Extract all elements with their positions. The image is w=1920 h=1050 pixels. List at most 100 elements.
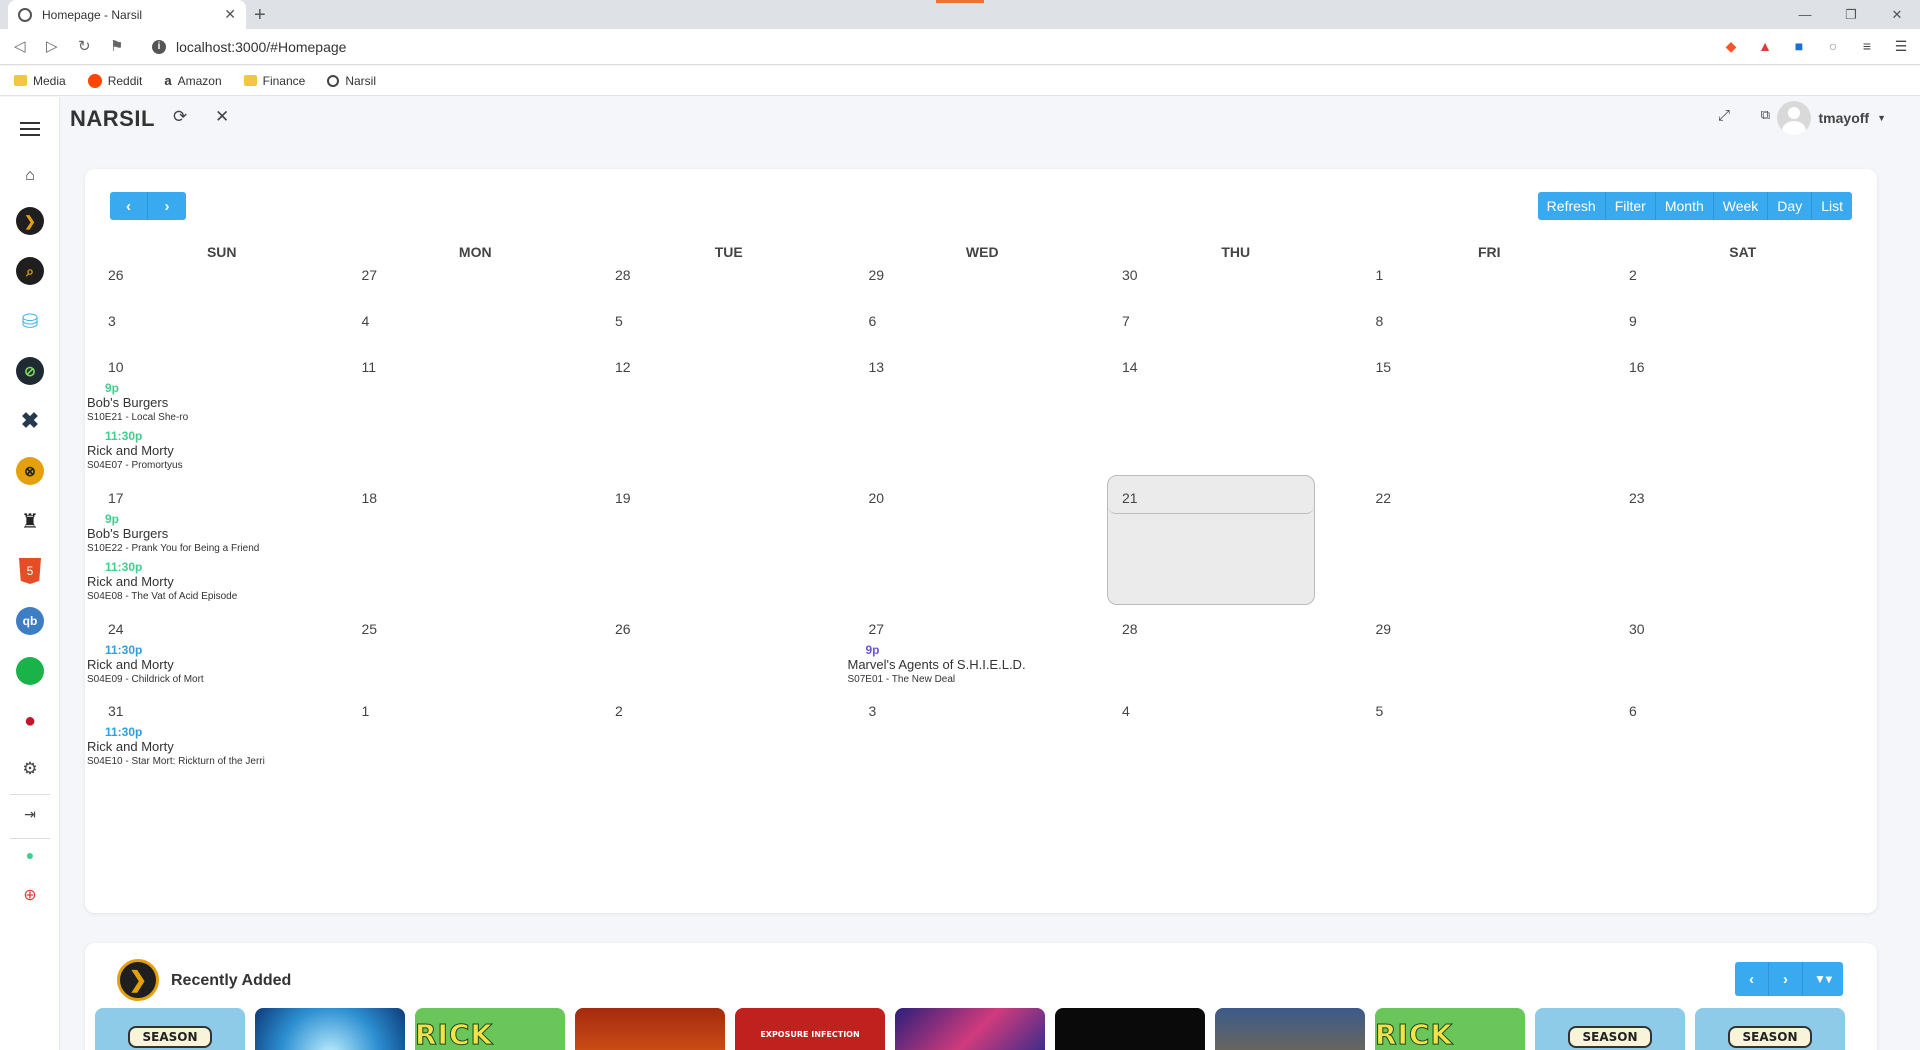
calendar-event[interactable]: 11:30p Rick and Morty S04E09 - Childrick o…	[87, 643, 341, 687]
browser-tab[interactable]: Homepage - Narsil ✕	[8, 0, 246, 29]
prev-month-button[interactable]: ‹	[110, 192, 148, 220]
filter-dropdown-button[interactable]: ▼▾	[1803, 962, 1843, 996]
media-poster[interactable]	[1215, 1008, 1365, 1050]
week-view-button[interactable]: Week	[1713, 192, 1769, 220]
app: ⌂ ❯ ⌕ ⛁ ⊘ ✖ ⊗ ♜ 5 qb ● ⚙ ⇥ ● ⊕ NARSIL ⟳ …	[0, 97, 1920, 1050]
media-poster[interactable]: SEASON	[1535, 1008, 1685, 1050]
logout-icon[interactable]: ⇥	[16, 800, 44, 828]
media-poster[interactable]: EXPOSURE INFECTION	[735, 1008, 885, 1050]
gear-icon[interactable]: ⚙	[16, 755, 44, 783]
weekday-label: THU	[1221, 244, 1251, 260]
bookmark-finance[interactable]: Finance	[243, 74, 305, 88]
playlist-icon[interactable]: ≡	[1858, 37, 1876, 55]
bitwarden-icon[interactable]: ■	[1790, 37, 1808, 55]
url-input[interactable]: i localhost:3000/#Homepage	[144, 34, 1690, 60]
reddit-icon	[87, 73, 102, 88]
close-icon[interactable]: ✕	[215, 107, 229, 127]
event-subtitle: S10E21 - Local She-ro	[87, 412, 189, 423]
username: tmayoff	[1818, 110, 1870, 126]
plex-icon[interactable]: ❯	[16, 207, 44, 235]
event-title: Rick and Morty	[87, 739, 174, 754]
brave-shield-icon[interactable]: ◆	[1722, 37, 1740, 55]
home-icon[interactable]: ⌂	[16, 162, 44, 190]
reload-icon[interactable]: ↻	[78, 37, 91, 55]
chevron-left-icon: ‹	[1749, 970, 1754, 988]
calendar-event[interactable]: 9p Bob's Burgers S10E22 - Prank You for Be…	[87, 512, 341, 556]
qbittorrent-icon[interactable]: qb	[16, 607, 44, 635]
media-poster[interactable]	[575, 1008, 725, 1050]
sidebar-divider	[10, 838, 50, 839]
day-number: 3	[108, 313, 116, 329]
event-time: 9p	[105, 381, 120, 395]
calendar-event[interactable]: 11:30p Rick and Morty S04E10 - Star Mort: …	[87, 725, 341, 769]
day-view-button[interactable]: Day	[1768, 192, 1813, 220]
next-month-button[interactable]: ›	[148, 192, 186, 220]
media-poster[interactable]	[895, 1008, 1045, 1050]
pihole-icon[interactable]: ●	[16, 707, 44, 735]
refresh-button[interactable]: Refresh	[1537, 192, 1606, 220]
caret-down-icon: ▼	[1877, 113, 1886, 123]
translate-icon[interactable]: ⧉	[1761, 107, 1770, 123]
day-number: 21	[1122, 490, 1138, 506]
amazon-icon: a	[164, 73, 172, 88]
green-app-icon[interactable]	[16, 657, 44, 685]
html5-icon[interactable]: 5	[16, 557, 44, 585]
day-number: 6	[868, 313, 877, 329]
calendar-event[interactable]: 9p Marvel's Agents of S.H.I.E.L.D. S07E01 …	[848, 643, 1102, 687]
weekday-label: MON	[458, 244, 492, 260]
bookmark-media[interactable]: Media	[14, 74, 66, 88]
calendar-event[interactable]: 11:30p Rick and Morty S04E08 - The Vat of …	[87, 560, 341, 604]
calendar-event[interactable]: 9p Bob's Burgers S10E21 - Local She-ro	[87, 381, 341, 425]
bookmark-icon[interactable]: ⚑	[110, 37, 123, 55]
tab-close-icon[interactable]: ✕	[224, 6, 236, 23]
day-number: 28	[1122, 621, 1138, 637]
lifebuoy-icon[interactable]: ⊕	[16, 881, 44, 909]
browser-menu-icon[interactable]: ☰	[1892, 37, 1910, 55]
fullscreen-icon[interactable]: ⤢	[1718, 107, 1730, 124]
close-window-icon[interactable]: ✕	[1874, 0, 1920, 29]
event-title: Bob's Burgers	[87, 395, 169, 410]
maximize-icon[interactable]: ❐	[1828, 0, 1874, 29]
bookmark-reddit[interactable]: Reddit	[87, 73, 142, 88]
poster-label: SEASON	[128, 1026, 212, 1048]
back-icon[interactable]: ◁	[14, 37, 26, 55]
sonarr-icon[interactable]: ✖	[16, 407, 44, 435]
site-info-icon[interactable]: i	[152, 40, 166, 54]
github-icon[interactable]: ●	[16, 841, 44, 869]
media-poster[interactable]: SEASON	[1695, 1008, 1845, 1050]
bucket-icon[interactable]: ⛁	[16, 307, 44, 335]
media-poster[interactable]	[255, 1008, 405, 1050]
forward-icon[interactable]: ▷	[46, 37, 58, 55]
menu-icon[interactable]	[16, 115, 44, 143]
new-tab-icon[interactable]: +	[254, 4, 266, 27]
minimize-icon[interactable]: —	[1782, 0, 1828, 29]
event-title: Bob's Burgers	[87, 526, 169, 541]
recently-added-card: ❯ Recently Added ‹ › ▼▾ SEASON RICK AND EX…	[85, 943, 1877, 1050]
ombi-icon[interactable]: ⊗	[16, 457, 44, 485]
bookmark-amazon[interactable]: a Amazon	[164, 73, 221, 88]
search-icon[interactable]: ⌕	[16, 257, 44, 285]
day-number: 3	[868, 703, 877, 719]
extension-icon[interactable]: ○	[1824, 37, 1842, 55]
list-view-button[interactable]: List	[1812, 192, 1852, 220]
user-menu[interactable]: tmayoff ▼	[1776, 101, 1886, 135]
radarr-icon[interactable]: ⊘	[16, 357, 44, 385]
bookmark-narsil[interactable]: Narsil	[327, 74, 376, 88]
filter-button[interactable]: Filter	[1605, 192, 1656, 220]
rewards-icon[interactable]: ▲	[1756, 37, 1774, 55]
sync-icon[interactable]: ⟳	[173, 107, 187, 127]
prev-page-button[interactable]: ‹	[1735, 962, 1769, 996]
jackett-icon[interactable]: ♜	[16, 507, 44, 535]
next-page-button[interactable]: ›	[1769, 962, 1803, 996]
media-poster[interactable]: SEASON	[95, 1008, 245, 1050]
calendar-event[interactable]: 11:30p Rick and Morty S04E07 - Promortyus	[87, 429, 341, 473]
poster-label: EXPOSURE INFECTION	[760, 1030, 860, 1039]
media-poster[interactable]: RICK AND	[1375, 1008, 1525, 1050]
day-number: 10	[108, 359, 124, 375]
media-poster[interactable]	[1055, 1008, 1205, 1050]
recently-added-controls: ‹ › ▼▾	[1735, 962, 1843, 996]
month-view-button[interactable]: Month	[1655, 192, 1714, 220]
media-poster[interactable]: RICK AND	[415, 1008, 565, 1050]
top-bar: NARSIL ⟳ ✕ ⤢ ⧉ tmayoff ▼	[60, 97, 1920, 139]
bookmarks-bar: Media Reddit a Amazon Finance Narsil	[0, 66, 1920, 96]
